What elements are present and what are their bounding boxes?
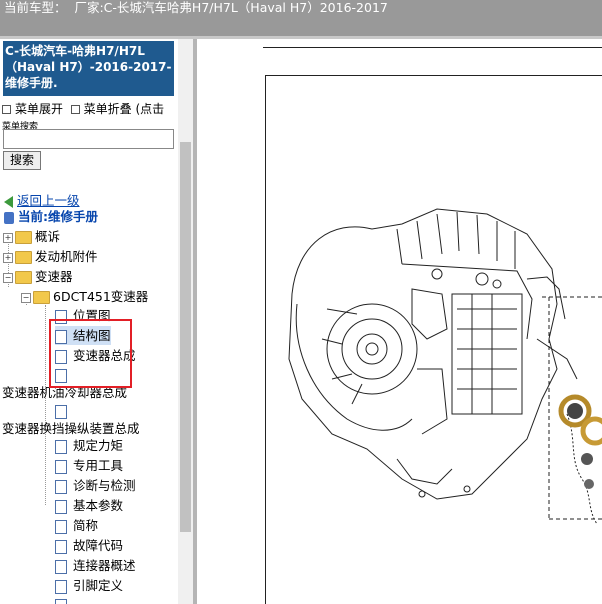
menu-toggle-row: 菜单展开 菜单折叠 (点击: [2, 100, 182, 117]
tree-item-pin-definition[interactable]: 引脚定义: [55, 576, 123, 595]
transmission-structure-illustration: [288, 208, 602, 525]
tree-item-label: 变速器: [35, 269, 73, 284]
tree-item-abbreviations[interactable]: 简称: [55, 516, 98, 535]
manual-title: C-长城汽车-哈弗H7/H7L（Haval H7）-2016-2017- 维修手…: [3, 41, 174, 96]
tree-item-label: 引脚定义: [73, 578, 124, 593]
collapse-minus-icon: −: [21, 292, 31, 303]
tree-item-label: 专用工具: [73, 458, 124, 473]
current-row: 当前:维修手册: [4, 207, 98, 226]
expand-plus-icon: +: [3, 232, 13, 243]
tree-item-overview[interactable]: + 概诉: [3, 227, 60, 246]
tree-item-torque-spec[interactable]: 规定力矩: [55, 436, 123, 455]
top-header-bar: 当前车型： 厂家:C-长城汽车哈弗H7/H7L（Haval H7）2016-20…: [0, 0, 602, 36]
tree-item-label: 概诉: [35, 229, 61, 244]
tree-item-special-tools[interactable]: 专用工具: [55, 456, 123, 475]
highlight-annotation-box: [49, 319, 132, 388]
document-icon: [55, 404, 67, 419]
vehicle-name: 厂家:C-长城汽车哈弗H7/H7L（Haval H7）2016-2017: [74, 0, 388, 15]
tree-item-dct[interactable]: − 6DCT451变速器: [21, 287, 148, 306]
tree-item-label: 连接器概述: [73, 558, 136, 573]
tree-item-transmission[interactable]: − 变速器: [3, 267, 73, 286]
document-icon: [55, 459, 67, 474]
collapse-icon: [70, 104, 80, 114]
folder-open-icon: [33, 291, 50, 304]
folder-icon: [15, 251, 32, 264]
menu-expand-link[interactable]: 菜单展开: [15, 102, 63, 116]
document-icon: [55, 559, 67, 574]
scrollbar-thumb[interactable]: [180, 142, 191, 532]
document-icon: [55, 598, 67, 604]
document-icon: [55, 519, 67, 534]
tree-item-label: 基本参数: [73, 498, 124, 513]
back-arrow-icon: [4, 195, 13, 208]
tree-item-diagnosis[interactable]: 诊断与检测: [55, 476, 136, 495]
tree-item-label: 变速器换挡操纵装置总成: [2, 421, 140, 436]
document-icon: [55, 539, 67, 554]
folder-icon: [15, 231, 32, 244]
tree-item-label: 6DCT451变速器: [53, 289, 149, 304]
expand-icon: [2, 104, 11, 114]
document-viewer: [197, 39, 602, 604]
tree-guide: [45, 305, 46, 505]
search-input[interactable]: [3, 129, 174, 149]
menu-collapse-link[interactable]: 菜单折叠 (点击: [84, 102, 165, 116]
tree-item-blank-2[interactable]: [55, 401, 73, 420]
document-icon: [55, 579, 67, 594]
tree-item-label: 诊断与检测: [73, 478, 136, 493]
current-label: 当前:维修手册: [18, 209, 98, 224]
tree-item-basic-params[interactable]: 基本参数: [55, 496, 123, 515]
sidebar: C-长城汽车-哈弗H7/H7L（Haval H7）-2016-2017- 维修手…: [0, 39, 193, 604]
manual-book-icon: [4, 211, 14, 224]
document-icon: [55, 499, 67, 514]
document-icon: [55, 439, 67, 454]
tree-item-connector-overview[interactable]: 连接器概述: [55, 556, 136, 575]
sidebar-scrollbar[interactable]: [178, 39, 193, 604]
tree-item-blank-3[interactable]: [55, 595, 73, 604]
document-icon: [55, 479, 67, 494]
vehicle-label: 当前车型：: [4, 0, 67, 15]
tree-item-label: 故障代码: [73, 538, 124, 553]
tree-item-label: 规定力矩: [73, 438, 124, 453]
search-button[interactable]: 搜索: [3, 151, 41, 170]
tree-item-label: 发动机附件: [35, 249, 98, 264]
tree-item-label: 简称: [73, 518, 99, 533]
back-link[interactable]: 返回上一级: [17, 193, 80, 208]
tree-item-fault-codes[interactable]: 故障代码: [55, 536, 123, 555]
expand-plus-icon: +: [3, 252, 13, 263]
collapse-minus-icon: −: [3, 272, 13, 283]
tree-item-engine-accessories[interactable]: + 发动机附件: [3, 247, 98, 266]
folder-open-icon: [15, 271, 32, 284]
